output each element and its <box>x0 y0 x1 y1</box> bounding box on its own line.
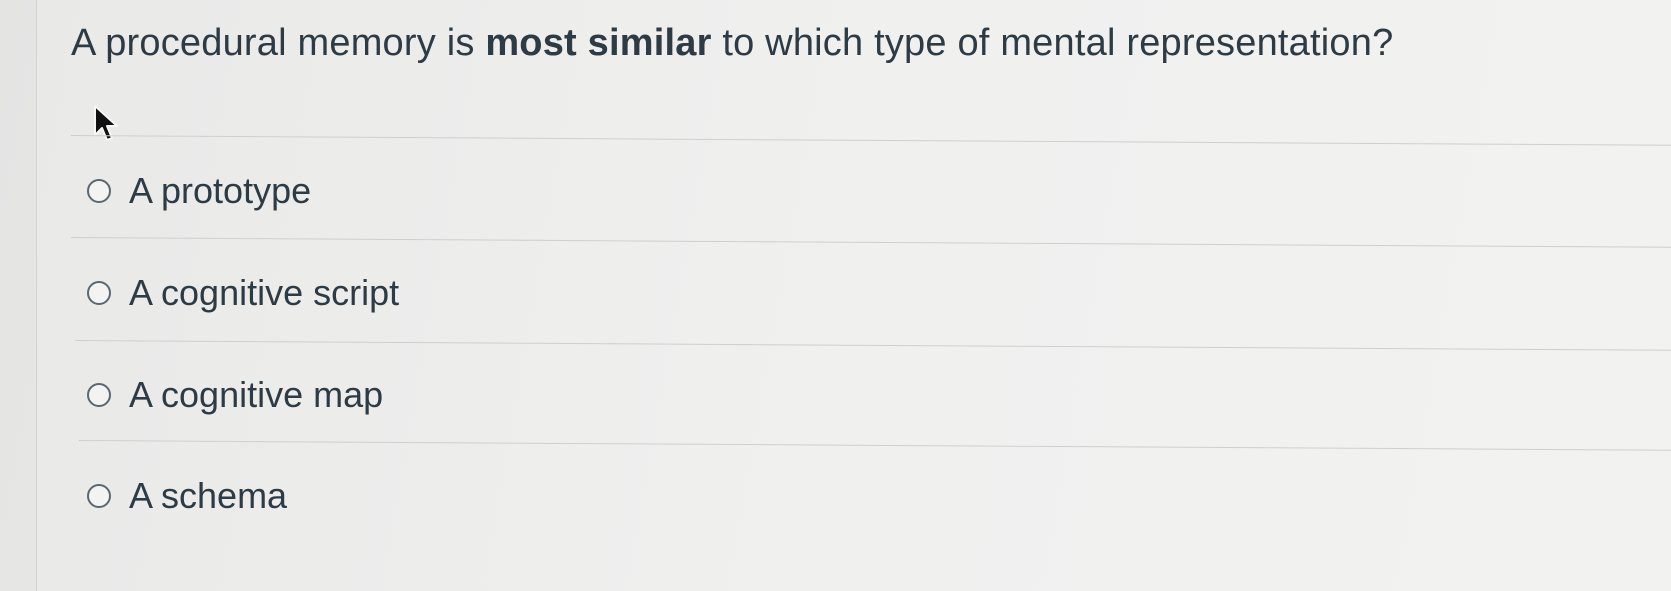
answer-label: A cognitive script <box>129 272 400 313</box>
radio-button-icon[interactable] <box>87 383 111 407</box>
radio-button-icon[interactable] <box>87 484 111 508</box>
answer-label: A schema <box>129 475 288 516</box>
question-emphasis: most similar <box>485 22 712 64</box>
answer-option-cognitive-map[interactable]: A cognitive map <box>87 367 383 423</box>
question-text: A procedural memory is most similar to w… <box>71 16 1631 70</box>
answer-label: A cognitive map <box>129 374 384 415</box>
mouse-pointer-icon <box>94 105 118 141</box>
answer-divider <box>78 440 1671 451</box>
radio-button-icon[interactable] <box>87 281 111 305</box>
question-text-end: to which type of mental representation? <box>711 22 1394 64</box>
radio-button-icon[interactable] <box>87 179 111 203</box>
answer-divider <box>70 237 1671 248</box>
answer-option-schema[interactable]: A schema <box>87 468 287 524</box>
question-text-start: A procedural memory is <box>71 22 486 64</box>
quiz-question-card: A procedural memory is most similar to w… <box>36 0 1671 591</box>
answer-option-cognitive-script[interactable]: A cognitive script <box>87 265 399 321</box>
answer-divider <box>74 340 1671 351</box>
answer-option-prototype[interactable]: A prototype <box>87 163 311 219</box>
answer-label: A prototype <box>129 170 312 211</box>
answer-divider <box>70 135 1671 146</box>
